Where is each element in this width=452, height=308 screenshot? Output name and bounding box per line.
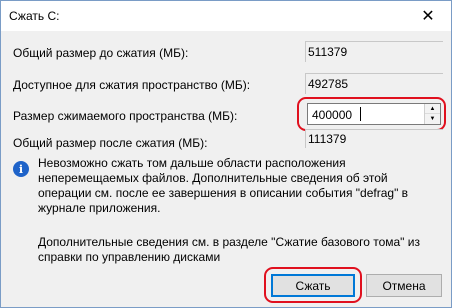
total-after-value: 111379 [308,132,347,146]
shrink-button-highlight [264,267,362,303]
total-after-label: Общий размер после сжатия (МБ): [13,136,208,150]
total-before-label: Общий размер до сжатия (МБ): [13,46,189,60]
cancel-button[interactable]: Отмена [366,274,442,297]
available-label: Доступное для сжатия пространство (МБ): [13,78,251,92]
shrink-size-label: Размер сжимаемого пространства (МБ): [13,109,238,123]
title-bar: Сжать C: ✕ [1,1,451,31]
shrink-dialog: Сжать C: ✕ Общий размер до сжатия (МБ): … [0,0,452,308]
dialog-title: Сжать C: [9,9,60,23]
spinner-highlight [297,97,446,131]
info-icon: i [13,161,29,177]
close-button[interactable]: ✕ [405,1,451,31]
available-value: 492785 [308,77,349,91]
total-before-value: 511379 [308,45,348,59]
help-reference: Дополнительные сведения см. в разделе "С… [38,235,420,264]
info-message: Невозможно сжать том дальше области расп… [38,156,409,215]
